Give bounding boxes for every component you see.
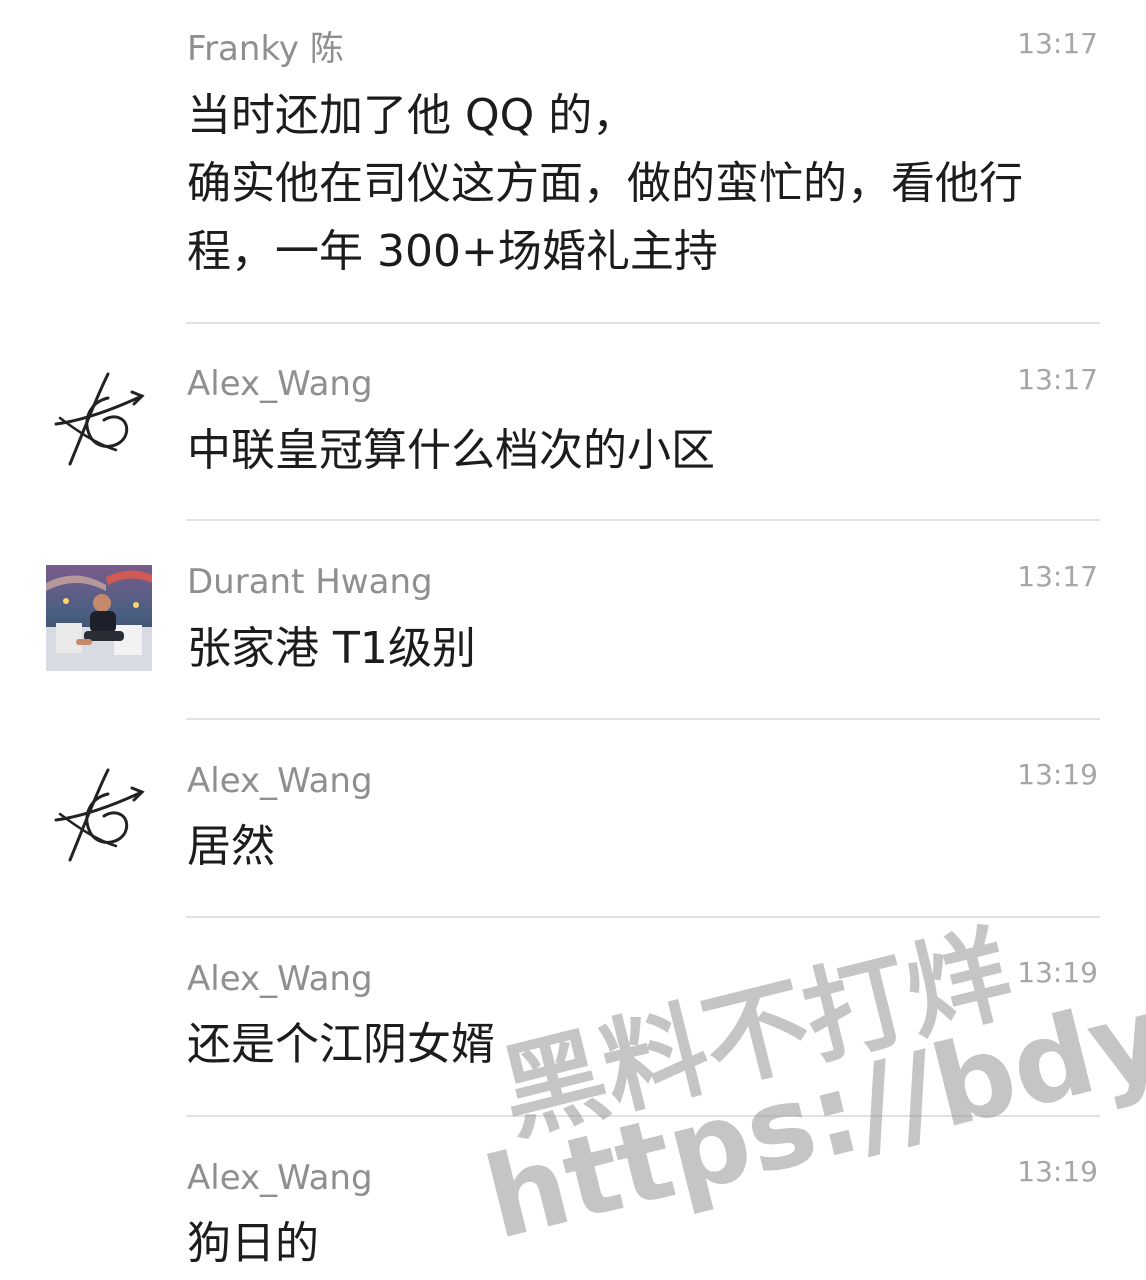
signature-avatar-icon	[54, 372, 145, 466]
message-text: 张家港 T1级别	[187, 615, 1102, 683]
sender-name: Durant Hwang	[187, 562, 433, 602]
message-line: 狗日的	[187, 1218, 319, 1269]
message-item[interactable]: Alex_Wang 13:19 狗日的	[0, 1117, 1146, 1280]
message-item[interactable]: Durant Hwang 13:17 张家港 T1级别	[0, 521, 1146, 718]
message-item[interactable]: Alex_Wang 13:19 还是个江阴女婿	[0, 918, 1146, 1115]
avatar[interactable]	[46, 764, 152, 870]
message-time: 13:19	[1017, 1155, 1098, 1188]
message-text: 中联皇冠算什么档次的小区	[187, 417, 1102, 485]
message-line: 张家港 T1级别	[187, 623, 476, 674]
sender-name: Alex_Wang	[187, 959, 373, 999]
sender-name: Franky 陈	[187, 29, 344, 69]
avatar[interactable]	[46, 368, 152, 474]
avatar[interactable]	[46, 565, 152, 671]
sender-name: Alex_Wang	[187, 761, 373, 801]
message-time: 13:17	[1017, 560, 1098, 593]
signature-avatar-icon	[54, 768, 145, 862]
message-item[interactable]: Alex_Wang 13:19 居然	[0, 720, 1146, 917]
message-text: 居然	[187, 813, 1102, 881]
sender-name: Alex_Wang	[187, 1158, 373, 1198]
message-time: 13:19	[1017, 956, 1098, 989]
message-time: 13:17	[1017, 27, 1098, 60]
message-line: 中联皇冠算什么档次的小区	[187, 425, 715, 476]
message-text: 狗日的	[187, 1210, 1102, 1278]
message-text: 当时还加了他 QQ 的， 确实他在司仪这方面，做的蛮忙的，看他行 程，一年 30…	[187, 82, 1102, 286]
message-line: 确实他在司仪这方面，做的蛮忙的，看他行	[187, 158, 1023, 209]
message-line: 程，一年 300+场婚礼主持	[187, 226, 718, 277]
message-line: 居然	[187, 821, 275, 872]
message-item[interactable]: Alex_Wang 13:17 中联皇冠算什么档次的小区	[0, 324, 1146, 520]
message-line: 当时还加了他 QQ 的，	[187, 90, 637, 141]
photo-avatar-icon	[46, 565, 152, 671]
chat-message-list: Franky 陈 13:17 当时还加了他 QQ 的， 确实他在司仪这方面，做的…	[0, 0, 1146, 1280]
sender-name: Alex_Wang	[187, 364, 373, 404]
message-line: 还是个江阴女婿	[187, 1019, 495, 1070]
message-time: 13:19	[1017, 758, 1098, 791]
message-item[interactable]: Franky 陈 13:17 当时还加了他 QQ 的， 确实他在司仪这方面，做的…	[0, 0, 1146, 323]
message-time: 13:17	[1017, 363, 1098, 396]
message-text: 还是个江阴女婿	[187, 1011, 1102, 1079]
